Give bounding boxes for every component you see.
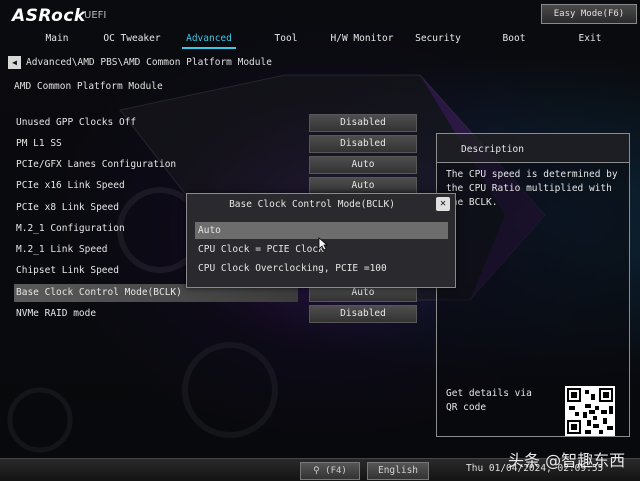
option-label-pm-l1-ss[interactable]: PM L1 SS xyxy=(16,135,298,153)
description-title: Description xyxy=(461,144,524,155)
option-value-pm-l1-ss[interactable]: Disabled xyxy=(309,135,417,153)
close-icon[interactable]: ✕ xyxy=(436,197,450,211)
search-icon: ⚲ xyxy=(313,466,320,476)
tab-advanced[interactable]: Advanced xyxy=(180,30,238,50)
dialog-title: Base Clock Control Mode(BCLK) xyxy=(229,199,395,210)
tab-main[interactable]: Main xyxy=(30,30,84,50)
mouse-cursor-icon xyxy=(318,237,328,251)
watermark: 头条 @智趣东西 xyxy=(508,451,626,470)
search-shortcut: (F4) xyxy=(325,466,347,476)
tab-security[interactable]: Security xyxy=(410,30,466,50)
description-panel: Description The CPU speed is determined … xyxy=(436,133,630,437)
qr-code-icon xyxy=(565,386,615,436)
description-text: The CPU speed is determined by the CPU R… xyxy=(446,169,618,208)
option-label-nvme-raid-mode[interactable]: NVMe RAID mode xyxy=(16,305,298,323)
tab-oc-tweaker[interactable]: OC Tweaker xyxy=(100,30,164,50)
language-button[interactable]: English xyxy=(367,462,429,480)
back-arrow-icon[interactable]: ◀ xyxy=(8,56,21,69)
qr-label: Get details via QR code xyxy=(446,388,532,413)
option-label-pcie-gfx-lanes[interactable]: PCIe/GFX Lanes Configuration xyxy=(16,156,298,174)
option-value-pcie-gfx-lanes[interactable]: Auto xyxy=(309,156,417,174)
tab-tool[interactable]: Tool xyxy=(265,30,307,50)
option-value-unused-gpp-clocks-off[interactable]: Disabled xyxy=(309,114,417,132)
asrock-logo: ASRock xyxy=(12,6,86,26)
description-header: Description xyxy=(437,134,629,163)
option-label-unused-gpp-clocks-off[interactable]: Unused GPP Clocks Off xyxy=(16,114,298,132)
main-menu-bar: Main OC Tweaker Advanced Tool H/W Monito… xyxy=(0,30,640,50)
tab-hw-monitor[interactable]: H/W Monitor xyxy=(328,30,396,50)
search-button[interactable]: ⚲ (F4) xyxy=(300,462,360,480)
uefi-label: UEFI xyxy=(84,10,107,21)
section-title: AMD Common Platform Module xyxy=(14,81,163,92)
easy-mode-button[interactable]: Easy Mode(F6) xyxy=(541,4,637,24)
tab-exit[interactable]: Exit xyxy=(568,30,612,50)
dialog-option-cpu-clock-overclocking[interactable]: CPU Clock Overclocking, PCIE =100 xyxy=(195,260,448,277)
option-value-nvme-raid-mode[interactable]: Disabled xyxy=(309,305,417,323)
tab-boot[interactable]: Boot xyxy=(492,30,536,50)
breadcrumb-path: Advanced\AMD PBS\AMD Common Platform Mod… xyxy=(26,57,272,68)
breadcrumb: ◀ Advanced\AMD PBS\AMD Common Platform Mo… xyxy=(8,55,272,71)
